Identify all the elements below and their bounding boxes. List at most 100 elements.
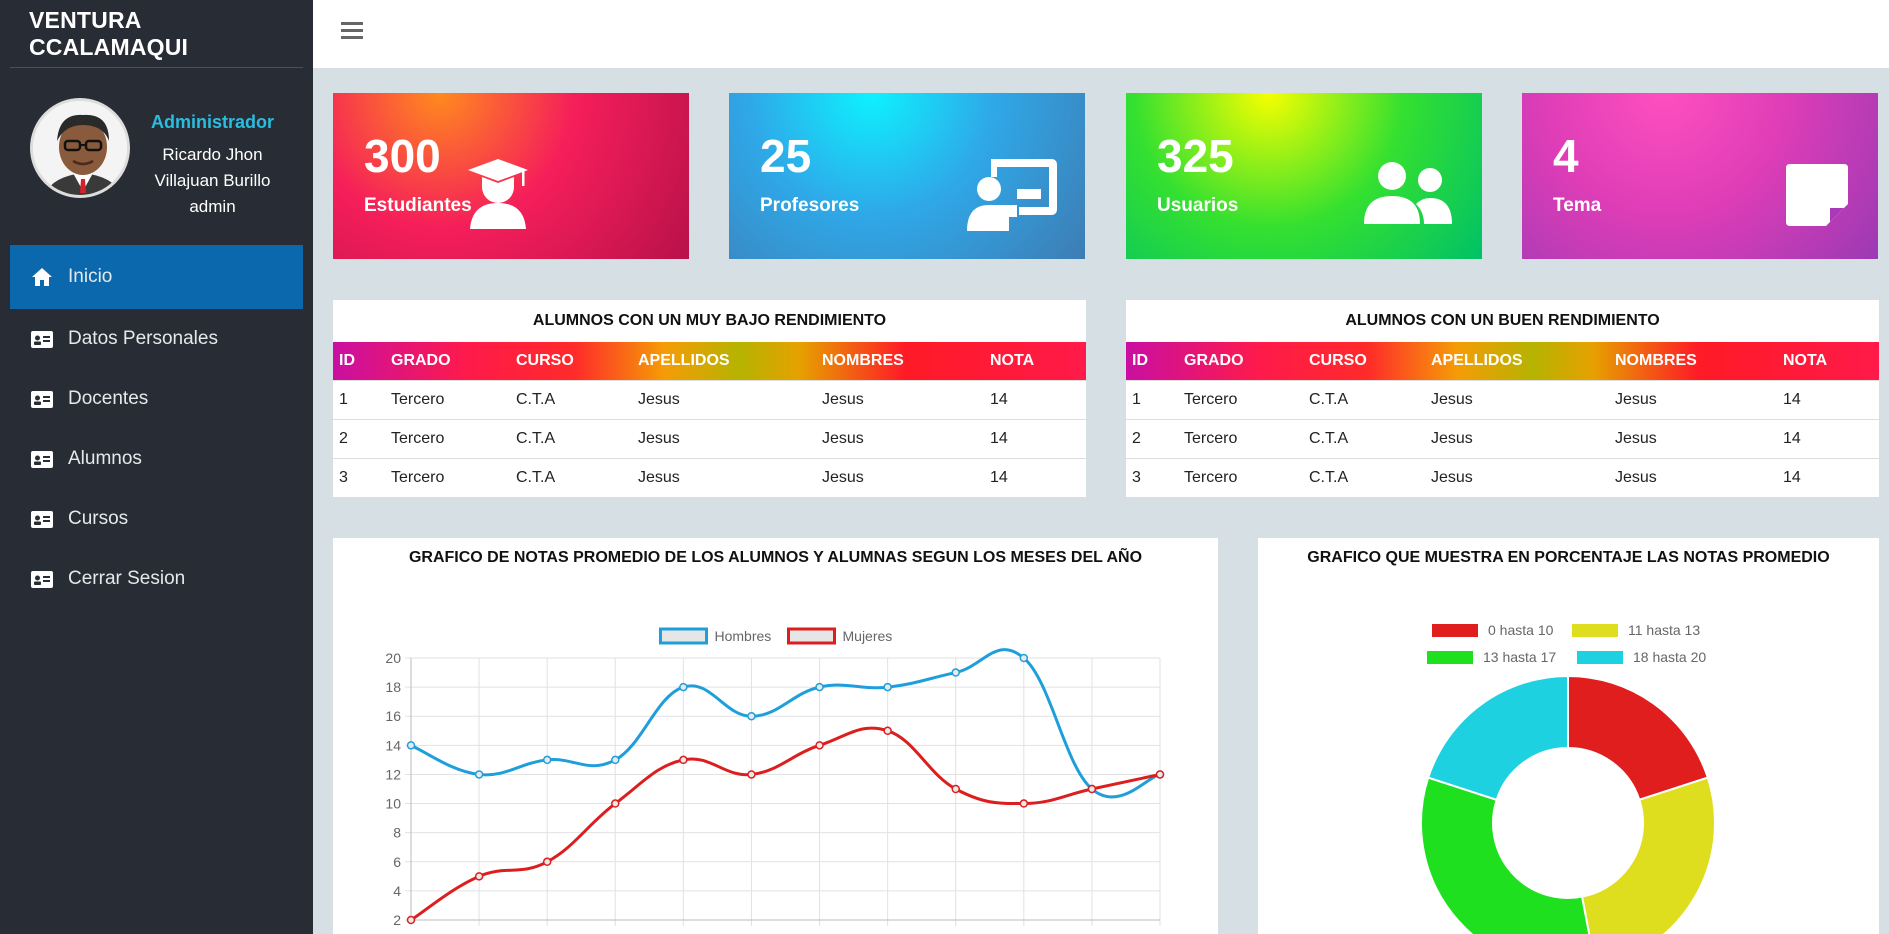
table-row: 3 Tercero C.T.A Jesus Jesus 14 [1126,457,1879,497]
sidebar-item-inicio[interactable]: Inicio [10,245,303,309]
sidebar-item-label: Alumnos [68,448,142,469]
sidebar-item-docentes[interactable]: Docentes [10,369,303,429]
table-cell: C.T.A [1303,418,1425,458]
table-cell: Jesus [632,418,816,458]
legend-swatch [1427,651,1473,664]
data-point[interactable] [815,741,824,750]
stat-card-profesores[interactable]: 25 Profesores [729,93,1085,259]
y-tick-label: 18 [385,679,401,695]
table-cell: 14 [1777,457,1879,497]
table-cell: 14 [984,418,1086,458]
table-title: ALUMNOS CON UN MUY BAJO RENDIMIENTO [532,312,887,329]
table-cell: 14 [1777,379,1879,419]
data-point[interactable] [1087,784,1097,794]
y-tick-label: 12 [385,766,401,782]
data-point[interactable] [542,857,552,867]
data-point[interactable] [474,872,484,881]
data-point[interactable] [679,755,688,765]
data-point[interactable] [1019,799,1029,808]
sidebar-item-label: Datos Personales [68,328,218,349]
data-point[interactable] [1155,770,1165,779]
data-point[interactable] [883,682,892,692]
data-point[interactable] [542,755,552,765]
column-header: NOMBRES [1615,351,1697,369]
table-cell: Tercero [1178,379,1303,419]
stat-card-estudiantes[interactable]: 300 Estudiantes [333,93,689,259]
table-cell: Jesus [816,457,984,497]
legend-label: 13 hasta 17 [1483,649,1556,665]
low-performance-table: ID GRADO CURSO APELLIDOS NOMBRES NOTA 1 … [333,342,1086,497]
stat-value: 4 [1553,130,1579,182]
donut-slice[interactable] [1567,674,1710,802]
y-tick-label: 8 [393,825,401,841]
sidebar-item-cerrar-sesion[interactable]: Cerrar Sesion [10,549,303,609]
table-cell: 1 [333,379,385,419]
table-row: 2 Tercero C.T.A Jesus Jesus 14 [333,418,1086,458]
stat-card-usuarios[interactable]: 325 Usuarios [1126,93,1482,259]
data-point[interactable] [951,668,960,677]
stat-label: Usuarios [1157,195,1239,216]
table-header-row: ID GRADO CURSO APELLIDOS NOMBRES NOTA [333,342,1086,380]
data-point[interactable] [679,682,688,692]
y-tick-label: 16 [385,708,401,724]
line-chart: 2468101214161820EneroFebreroMarzoAbrilMa… [375,627,1165,934]
sidebar-menu: Inicio Datos Personales Docentes Alumnos… [10,245,303,609]
data-point[interactable] [815,682,824,692]
stat-label: Profesores [760,195,860,216]
column-header: NOMBRES [822,351,904,369]
y-tick-label: 10 [385,796,401,812]
data-point[interactable] [474,770,484,779]
stat-card-tema[interactable]: 4 Tema [1522,93,1878,259]
user-name-line1: Ricardo Jhon [162,145,263,164]
data-point[interactable] [611,799,620,808]
sidebar-item-alumnos[interactable]: Alumnos [10,429,303,489]
donut-slice[interactable] [1420,776,1596,934]
column-header: ID [1132,351,1148,369]
menu-toggle-icon[interactable] [341,22,363,42]
data-point[interactable] [1019,653,1029,663]
data-point[interactable] [406,741,416,750]
column-header: GRADO [391,351,451,369]
table-cell: Jesus [632,457,816,497]
id-card-icon [30,329,54,349]
data-point[interactable] [747,770,756,779]
table-cell: Tercero [1178,418,1303,458]
user-profile: Administrador Ricardo Jhon Villajuan Bur… [0,68,313,245]
graduate-icon [468,159,528,229]
donut-chart: 0 hasta 10 11 hasta 13 13 hasta 17 18 hasta… [1420,622,1716,934]
column-header: APELLIDOS [638,351,730,369]
table-header-row: ID GRADO CURSO APELLIDOS NOMBRES NOTA [1126,342,1879,380]
table-cell: C.T.A [510,379,632,419]
sidebar-item-datos-personales[interactable]: Datos Personales [10,309,303,369]
table-row: 3 Tercero C.T.A Jesus Jesus 14 [333,457,1086,497]
sidebar-item-label: Cerrar Sesion [68,568,186,589]
id-card-icon [30,389,54,409]
sticky-note-icon [1786,164,1848,226]
y-tick-label: 4 [393,883,401,899]
table-cell: 1 [1126,379,1178,419]
table-row: 1 Tercero C.T.A Jesus Jesus 14 [1126,379,1879,419]
table-cell: Tercero [1178,457,1303,497]
table-cell: Tercero [385,418,510,458]
stat-label: Estudiantes [364,195,472,216]
data-point[interactable] [883,726,892,736]
table-cell: Jesus [1425,457,1609,497]
table-cell: Tercero [385,457,510,497]
user-name-line2: Villajuan Burillo [154,171,271,190]
sidebar-item-cursos[interactable]: Cursos [10,489,303,549]
user-username: admin [189,197,236,216]
stat-label: Tema [1553,195,1602,216]
table-row: 1 Tercero C.T.A Jesus Jesus 14 [333,379,1086,419]
data-point[interactable] [406,915,416,925]
legend-swatch [787,627,836,645]
data-point[interactable] [951,784,960,794]
data-point[interactable] [747,711,756,721]
legend-label: 11 hasta 13 [1628,622,1700,638]
table-cell: Jesus [816,418,984,458]
donut-slice[interactable] [1426,674,1569,802]
data-point[interactable] [611,755,620,765]
sidebar-item-label: Docentes [68,388,149,409]
avatar [30,98,130,198]
table-cell: 3 [333,457,385,497]
donut-slice[interactable] [1580,776,1716,934]
